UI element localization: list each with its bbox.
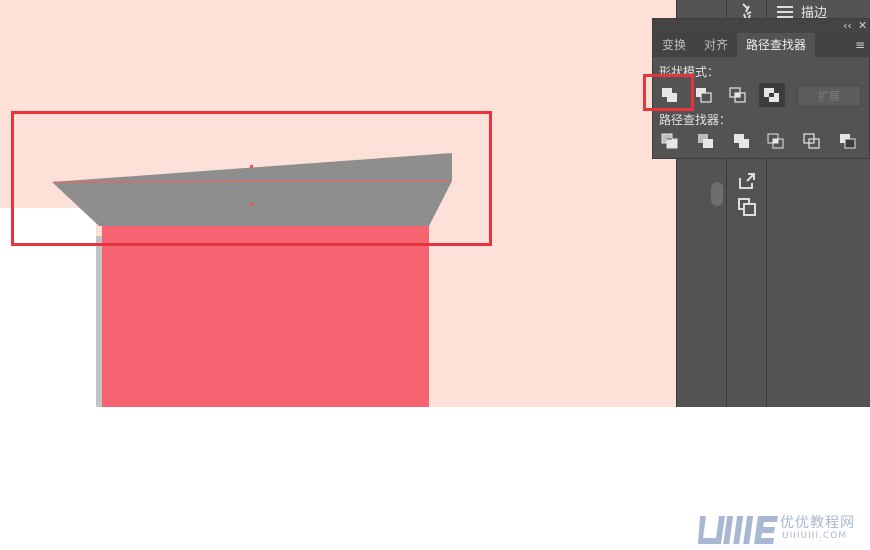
merge-icon <box>734 134 749 148</box>
watermark-logo-icon <box>698 516 778 544</box>
unite-highlight-box <box>643 74 694 111</box>
close-icon[interactable]: ✕ <box>858 19 867 33</box>
watermark-cn-text: 优优教程网 <box>780 515 855 531</box>
crop-icon <box>767 133 784 149</box>
minus-front-icon <box>696 88 712 103</box>
trim-icon <box>698 134 713 148</box>
outline-icon <box>803 133 820 149</box>
divide-button[interactable] <box>657 129 683 153</box>
minus-back-button[interactable] <box>835 129 861 153</box>
dock-scrollbar[interactable] <box>711 182 723 206</box>
outline-button[interactable] <box>799 129 825 153</box>
panel-tabs: 变换 对齐 路径查找器 ≡ <box>653 33 869 57</box>
collapse-icon[interactable]: ‹‹ <box>843 19 852 33</box>
intersect-icon <box>729 87 746 103</box>
panel-menu-icon[interactable]: ≡ <box>855 38 865 52</box>
minus-back-icon <box>840 134 856 149</box>
intersect-button[interactable] <box>725 83 751 107</box>
panel-title-bar[interactable]: ‹‹ ✕ <box>653 19 869 33</box>
watermark: 优优教程网 UIIIUIII.COM <box>696 510 866 546</box>
highlight-box-shape <box>11 111 492 246</box>
watermark-en-text: UIIIUIII.COM <box>782 531 848 541</box>
pathfinders-label: 路径查找器： <box>659 113 732 127</box>
tab-pathfinder[interactable]: 路径查找器 <box>737 33 816 57</box>
crop-button[interactable] <box>763 129 789 153</box>
minus-front-button[interactable] <box>691 83 717 107</box>
merge-button[interactable] <box>729 129 755 153</box>
export-icon[interactable] <box>736 170 758 192</box>
stroke-lines-icon <box>777 5 793 18</box>
expand-button[interactable]: 扩展 <box>797 85 861 107</box>
tab-transform[interactable]: 变换 <box>653 33 695 57</box>
tab-align[interactable]: 对齐 <box>695 33 737 57</box>
exclude-icon <box>764 88 779 102</box>
divide-icon <box>661 133 678 149</box>
exclude-button[interactable] <box>759 83 785 107</box>
trim-button[interactable] <box>693 129 719 153</box>
artboards-icon[interactable] <box>736 196 758 218</box>
